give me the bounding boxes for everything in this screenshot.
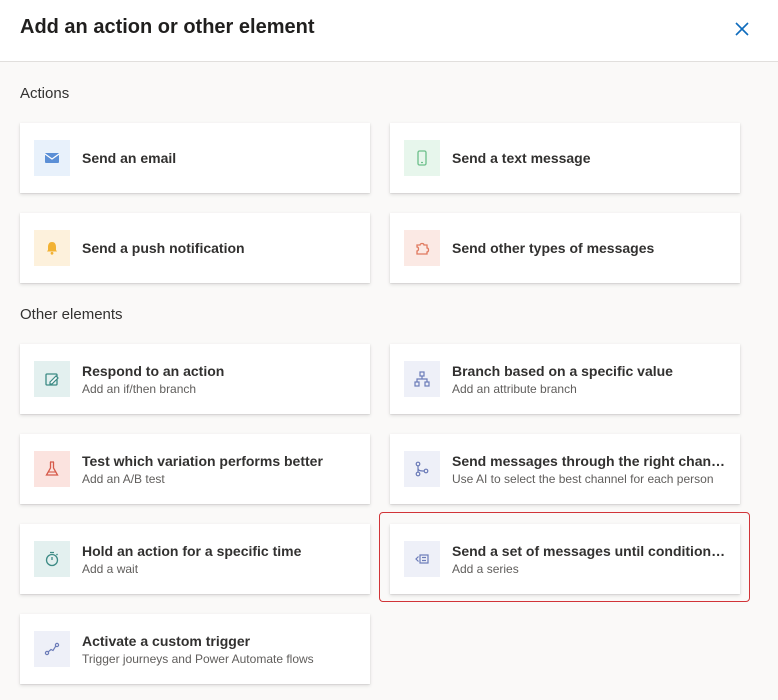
branch-value-card[interactable]: Branch based on a specific value Add an …: [390, 344, 740, 414]
phone-icon: [404, 140, 440, 176]
close-icon[interactable]: [731, 18, 753, 40]
section-actions-heading: Actions: [20, 85, 70, 102]
send-push-card[interactable]: Send a push notification: [20, 213, 370, 283]
hierarchy-icon: [404, 361, 440, 397]
respond-action-card[interactable]: Respond to an action Add an if/then bran…: [20, 344, 370, 414]
dialog-title: Add an action or other element: [20, 16, 315, 38]
timer-icon: [34, 541, 70, 577]
send-email-card[interactable]: Send an email: [20, 123, 370, 193]
card-title: Activate a custom trigger: [82, 633, 251, 649]
card-subtitle: Add an if/then branch: [82, 382, 197, 396]
hold-wait-card[interactable]: Hold an action for a specific time Add a…: [20, 524, 370, 594]
card-subtitle: Trigger journeys and Power Automate flow…: [82, 652, 314, 666]
card-subtitle: Add an A/B test: [82, 472, 165, 486]
card-title: Send an email: [82, 150, 177, 166]
card-title: Send a text message: [452, 150, 591, 166]
card-title: Respond to an action: [82, 363, 225, 379]
mail-icon: [34, 140, 70, 176]
card-subtitle: Use AI to select the best channel for ea…: [452, 472, 714, 486]
custom-trigger-card[interactable]: Activate a custom trigger Trigger journe…: [20, 614, 370, 684]
section-other-heading: Other elements: [20, 306, 123, 323]
right-channel-card[interactable]: Send messages through the right channel …: [390, 434, 740, 504]
card-subtitle: Add an attribute branch: [452, 382, 577, 396]
card-subtitle: Add a wait: [82, 562, 139, 576]
ab-test-card[interactable]: Test which variation performs better Add…: [20, 434, 370, 504]
card-title: Test which variation performs better: [82, 453, 323, 469]
card-title: Send other types of messages: [452, 240, 655, 256]
respond-icon: [34, 361, 70, 397]
send-text-card[interactable]: Send a text message: [390, 123, 740, 193]
puzzle-icon: [404, 230, 440, 266]
selection-highlight: [379, 512, 750, 602]
channel-icon: [404, 451, 440, 487]
card-title: Branch based on a specific value: [452, 363, 673, 379]
send-other-card[interactable]: Send other types of messages: [390, 213, 740, 283]
trigger-icon: [34, 631, 70, 667]
card-title: Hold an action for a specific time: [82, 543, 302, 559]
card-title: Send messages through the right channel: [452, 453, 728, 469]
dialog-header: Add an action or other element: [0, 0, 778, 62]
flask-icon: [34, 451, 70, 487]
bell-icon: [34, 230, 70, 266]
card-title: Send a push notification: [82, 240, 245, 256]
